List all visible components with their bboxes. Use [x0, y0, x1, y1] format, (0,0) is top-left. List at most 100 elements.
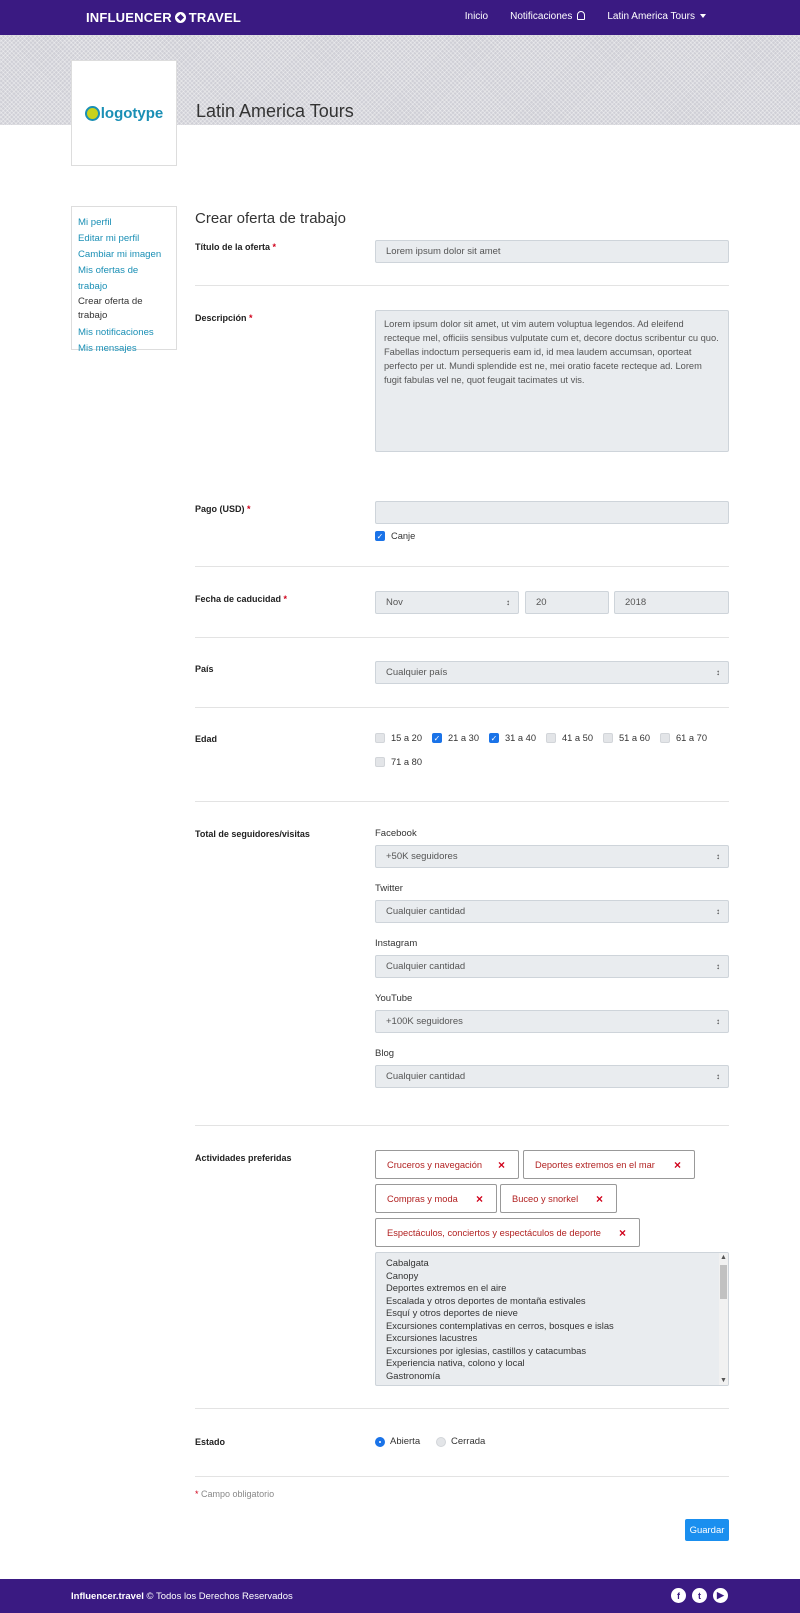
activity-option[interactable]: Gastronomía — [386, 1370, 718, 1383]
descripcion-textarea[interactable]: Lorem ipsum dolor sit amet, ut vim autem… — [375, 310, 729, 452]
brand-logo[interactable]: INFLUENCER TRAVEL — [86, 10, 241, 25]
activity-option[interactable]: Excursiones lacustres — [386, 1332, 718, 1345]
remove-tag-icon[interactable]: × — [476, 1192, 483, 1206]
fecha-month-select[interactable]: Nov — [375, 591, 519, 614]
required-footnote: * Campo obligatorio — [195, 1489, 275, 1499]
edad-option-label: 21 a 30 — [448, 733, 480, 743]
edad-checkbox-21-30[interactable]: ✓ 21 a 30 — [432, 733, 479, 743]
logo-text-b: type — [132, 104, 164, 122]
actividades-label: Actividades preferidas — [195, 1153, 292, 1163]
radio-icon — [436, 1436, 446, 1447]
sidebar-item-mis-ofertas[interactable]: Mis ofertas de trabajo — [78, 263, 170, 295]
activity-option[interactable]: Cabalgata — [386, 1257, 718, 1270]
edad-checkbox-51-60[interactable]: 51 a 60 — [603, 733, 650, 743]
fecha-day-input[interactable]: 20 — [525, 591, 609, 614]
divider — [195, 707, 729, 708]
activity-option[interactable]: Escalada y otros deportes de montaña est… — [386, 1295, 718, 1308]
estado-label: Estado — [195, 1437, 226, 1447]
remove-tag-icon[interactable]: × — [619, 1226, 626, 1240]
blog-label: Blog — [375, 1048, 395, 1059]
activities-listbox[interactable]: Cabalgata Canopy Deportes extremos en el… — [375, 1252, 729, 1386]
fecha-year-input[interactable]: 2018 — [614, 591, 729, 614]
scroll-down-icon[interactable]: ▼ — [720, 1377, 727, 1384]
edad-checkbox-15-20[interactable]: 15 a 20 — [375, 733, 422, 743]
seguidores-label: Total de seguidores/visitas — [195, 829, 310, 839]
twitter-label: Twitter — [375, 883, 403, 894]
pago-input[interactable] — [375, 501, 729, 524]
estado-radio-abierta[interactable]: Abierta — [375, 1436, 420, 1447]
activity-tag: Compras y moda × — [375, 1184, 497, 1213]
instagram-select[interactable]: Cualquier cantidad — [375, 955, 729, 978]
brand-name: INFLUENCER — [86, 10, 172, 25]
checkbox-icon — [375, 757, 385, 767]
logo-mark-icon — [84, 105, 100, 121]
twitter-select[interactable]: Cualquier cantidad — [375, 900, 729, 923]
remove-tag-icon[interactable]: × — [498, 1158, 505, 1172]
facebook-icon[interactable]: f — [671, 1588, 686, 1603]
titulo-input[interactable]: Lorem ipsum dolor sit amet — [375, 240, 729, 263]
page-title: Crear oferta de trabajo — [195, 210, 346, 227]
blog-select[interactable]: Cualquier cantidad — [375, 1065, 729, 1088]
sidebar-item-mensajes[interactable]: Mis mensajes — [78, 341, 170, 357]
activity-tag: Buceo y snorkel × — [500, 1184, 617, 1213]
activity-option[interactable]: Excursiones por iglesias, castillos y ca… — [386, 1345, 718, 1358]
logo-text-a: logo — [100, 104, 133, 122]
divider — [195, 566, 729, 567]
edad-checkbox-71-80[interactable]: 71 a 80 — [375, 757, 422, 767]
youtube-label: YouTube — [375, 993, 413, 1004]
account-dropdown[interactable]: Latin America Tours — [607, 11, 706, 22]
edad-checkbox-31-40[interactable]: ✓ 31 a 40 — [489, 733, 536, 743]
activity-tag-label: Deportes extremos en el mar — [535, 1159, 655, 1170]
youtube-select[interactable]: +100K seguidores — [375, 1010, 729, 1033]
activity-option[interactable]: Deportes extremos en el aire — [386, 1282, 718, 1295]
top-navbar: INFLUENCER TRAVEL Inicio Notificaciones … — [0, 0, 800, 35]
check-icon: ✓ — [489, 733, 499, 743]
facebook-label: Facebook — [375, 828, 417, 839]
chevron-down-icon — [700, 14, 706, 18]
remove-tag-icon[interactable]: × — [674, 1158, 681, 1172]
divider — [195, 1476, 729, 1477]
activity-option[interactable]: Canopy — [386, 1270, 718, 1283]
pais-select[interactable]: Cualquier país — [375, 661, 729, 684]
descripcion-label: Descripción * — [195, 313, 253, 323]
footer-copyright: Influencer.travel © Todos los Derechos R… — [71, 1591, 293, 1602]
check-icon: ✓ — [375, 531, 385, 541]
scroll-up-icon[interactable]: ▲ — [720, 1254, 727, 1261]
checkbox-icon — [546, 733, 556, 743]
fecha-label: Fecha de caducidad * — [195, 594, 288, 604]
youtube-icon[interactable]: ▶ — [713, 1588, 728, 1603]
canje-checkbox[interactable]: ✓ Canje — [375, 531, 415, 541]
edad-option-label: 51 a 60 — [619, 733, 651, 743]
edad-option-label: 71 a 80 — [391, 757, 423, 767]
scroll-thumb[interactable] — [720, 1265, 727, 1299]
activity-option[interactable]: Excursiones contemplativas en cerros, bo… — [386, 1320, 718, 1333]
save-button[interactable]: Guardar — [685, 1519, 729, 1541]
activity-tag-label: Buceo y snorkel — [512, 1193, 579, 1204]
listbox-scrollbar[interactable]: ▲ ▼ — [719, 1253, 728, 1385]
sidebar-item-notificaciones[interactable]: Mis notificaciones — [78, 325, 170, 341]
nav-link-notificaciones[interactable]: Notificaciones — [510, 11, 586, 22]
activity-option[interactable]: Experiencia nativa, colono y local — [386, 1357, 718, 1370]
sidebar-item-editar-perfil[interactable]: Editar mi perfil — [78, 231, 170, 247]
sidebar-item-mi-perfil[interactable]: Mi perfil — [78, 215, 170, 231]
instagram-label: Instagram — [375, 938, 418, 949]
divider — [195, 1125, 729, 1126]
divider — [195, 1408, 729, 1409]
account-name: Latin America Tours — [607, 11, 695, 22]
divider — [195, 637, 729, 638]
activity-option[interactable]: Esquí y otros deportes de nieve — [386, 1307, 718, 1320]
pago-label: Pago (USD) * — [195, 504, 251, 514]
nav-link-inicio[interactable]: Inicio — [465, 11, 488, 22]
edad-checkbox-61-70[interactable]: 61 a 70 — [660, 733, 707, 743]
sidebar-item-cambiar-imagen[interactable]: Cambiar mi imagen — [78, 247, 170, 263]
facebook-select[interactable]: +50K seguidores — [375, 845, 729, 868]
twitter-icon[interactable]: t — [692, 1588, 707, 1603]
edad-checkbox-41-50[interactable]: 41 a 50 — [546, 733, 593, 743]
globe-icon — [174, 12, 186, 23]
checkbox-icon — [603, 733, 613, 743]
footer: Influencer.travel © Todos los Derechos R… — [0, 1579, 800, 1613]
estado-radio-cerrada[interactable]: Cerrada — [436, 1436, 485, 1447]
activity-tag: Deportes extremos en el mar × — [523, 1150, 695, 1179]
divider — [195, 801, 729, 802]
remove-tag-icon[interactable]: × — [596, 1192, 603, 1206]
